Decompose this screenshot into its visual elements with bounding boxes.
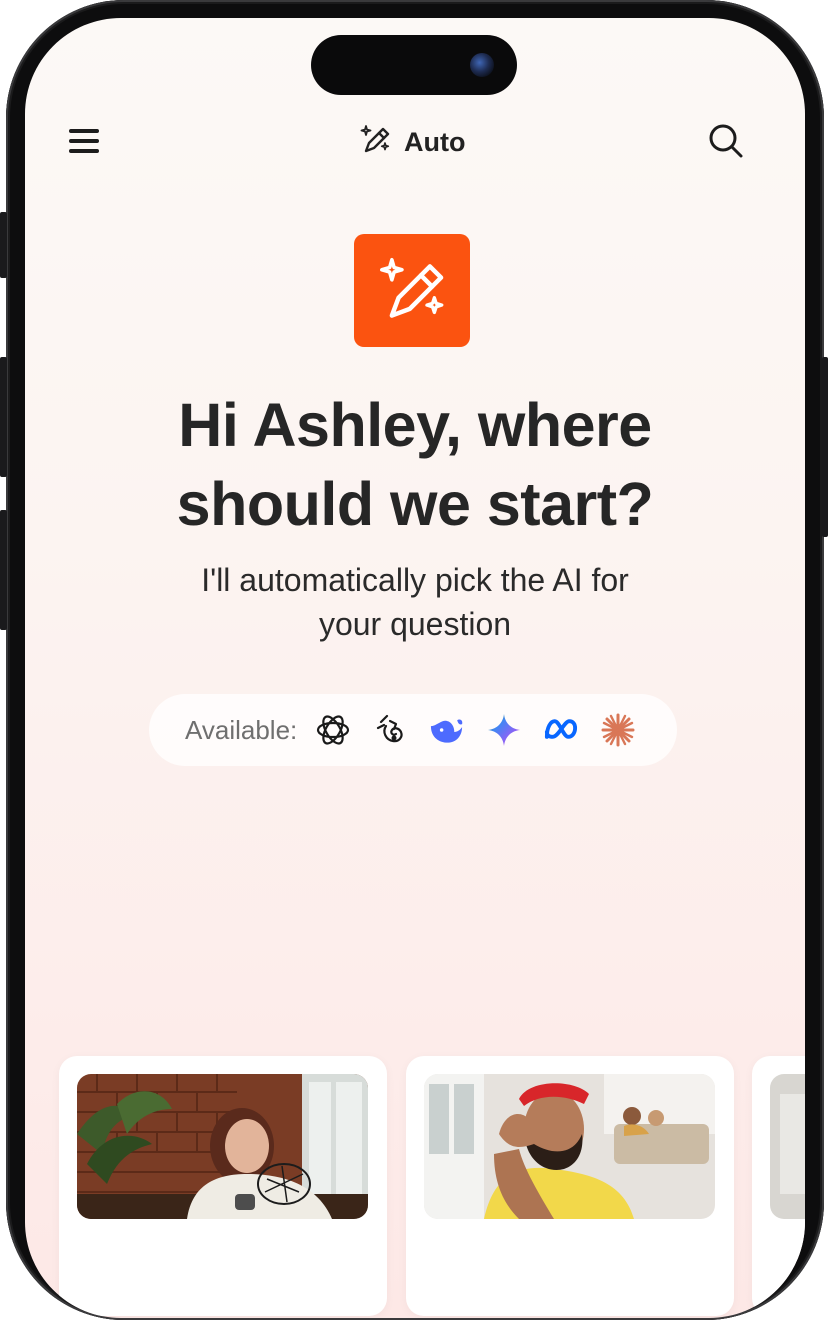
- magic-pencil-icon: [358, 123, 392, 162]
- app-screen: Auto Hi Ashley, where should we start? I…: [25, 18, 805, 1318]
- laughing-man-photo: [424, 1074, 715, 1219]
- suggestion-card[interactable]: [59, 1056, 387, 1316]
- available-label: Available:: [185, 714, 298, 745]
- suggestion-card[interactable]: [406, 1056, 734, 1316]
- camera-icon: [470, 53, 494, 77]
- volume-down-button: [0, 510, 7, 630]
- suggestion-card[interactable]: [752, 1056, 805, 1316]
- mode-label: Auto: [404, 126, 466, 157]
- greeting-heading: Hi Ashley, where should we start?: [176, 391, 654, 538]
- menu-button[interactable]: [67, 126, 101, 156]
- volume-up-button: [0, 357, 7, 477]
- grok-logo-icon: [371, 712, 408, 749]
- magic-pencil-icon: [380, 257, 444, 318]
- top-bar: Auto: [25, 116, 805, 168]
- claude-starburst-icon: [599, 712, 636, 749]
- search-icon: [709, 124, 743, 158]
- woman-with-mug-photo: [77, 1074, 368, 1219]
- mode-selector[interactable]: Auto: [358, 122, 465, 162]
- app-logo: [354, 234, 470, 347]
- dynamic-island: [311, 35, 517, 95]
- deepseek-whale-icon: [428, 712, 465, 749]
- greeting-subtitle: I'll automatically pick the AI for your …: [201, 562, 629, 642]
- meta-infinity-icon: [542, 712, 579, 749]
- power-button: [822, 357, 828, 537]
- available-models-pill: Available:: [149, 694, 677, 766]
- hamburger-menu-icon: [69, 129, 99, 133]
- gemini-sparkle-icon: [485, 712, 522, 749]
- action-button: [0, 212, 7, 278]
- openai-knot-icon: [314, 712, 351, 749]
- search-button[interactable]: [707, 122, 745, 160]
- interior-photo: [770, 1074, 805, 1219]
